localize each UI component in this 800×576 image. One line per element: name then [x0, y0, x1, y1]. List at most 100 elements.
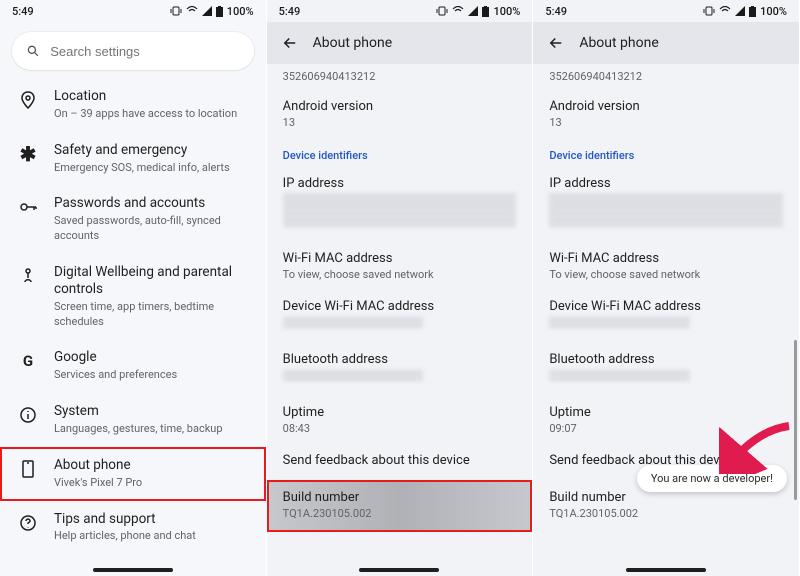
vibrate-icon [703, 6, 715, 16]
vibrate-icon [436, 6, 448, 16]
search-input[interactable] [50, 44, 239, 59]
location-icon [18, 90, 38, 110]
entry-value: 13 [549, 116, 783, 129]
status-icons: 100% [436, 5, 520, 18]
scroll-residue: 352606940413212 [549, 68, 783, 91]
wifi-mac-row[interactable]: Wi-Fi MAC address To view, choose saved … [283, 243, 517, 291]
row-title: Safety and emergency [54, 142, 248, 159]
vibrate-icon [170, 6, 182, 16]
redacted-value [549, 193, 783, 227]
about-content[interactable]: 352606940413212 Android version 13 Devic… [533, 64, 799, 532]
wifi-icon [452, 6, 464, 16]
back-icon[interactable] [281, 34, 299, 52]
send-feedback-row[interactable]: Send feedback about this device [283, 445, 517, 478]
row-title: About phone [54, 457, 248, 474]
battery-percent: 100% [227, 5, 254, 18]
entry-title: Wi-Fi MAC address [283, 251, 517, 266]
bluetooth-address-row[interactable]: Bluetooth address [283, 344, 517, 397]
ip-address-row[interactable]: IP address [549, 168, 783, 243]
row-title: Digital Wellbeing and parental controls [54, 264, 248, 298]
help-icon [18, 513, 38, 533]
redacted-value [283, 369, 423, 381]
entry-title: IP address [283, 176, 517, 191]
ip-address-row[interactable]: IP address [283, 168, 517, 243]
cell-signal-icon [735, 6, 745, 16]
build-number-row[interactable]: Build number TQ1A.230105.002 [267, 480, 533, 532]
status-bar: 5:49 100% [267, 0, 533, 22]
gesture-nav-bar[interactable] [93, 568, 173, 572]
entry-title: Uptime [283, 405, 517, 420]
settings-root-panel: 5:49 100% LocationOn – 39 apps have acce… [0, 0, 267, 576]
cell-signal-icon [468, 6, 478, 16]
battery-icon [482, 6, 489, 17]
uptime-row[interactable]: Uptime 09:07 [549, 397, 783, 445]
row-title: Google [54, 349, 248, 366]
about-content[interactable]: 352606940413212 Android version 13 Devic… [267, 64, 533, 532]
entry-title: Bluetooth address [283, 352, 517, 367]
settings-item-about-phone[interactable]: About phoneVivek's Pixel 7 Pro [0, 447, 266, 501]
back-icon[interactable] [547, 34, 565, 52]
android-version-row[interactable]: Android version 13 [283, 91, 517, 139]
wellbeing-icon [18, 266, 38, 286]
entry-value: To view, choose saved network [549, 268, 783, 281]
page-title: About phone [579, 35, 658, 51]
gesture-nav-bar[interactable] [626, 568, 706, 572]
row-title: System [54, 403, 248, 420]
battery-percent: 100% [760, 5, 787, 18]
status-time: 5:49 [279, 5, 301, 18]
wifi-icon [719, 6, 731, 16]
developer-toast: You are now a developer! [637, 465, 787, 492]
redacted-value [549, 316, 689, 328]
bluetooth-address-row[interactable]: Bluetooth address [549, 344, 783, 397]
cell-signal-icon [202, 6, 212, 16]
status-time: 5:49 [545, 5, 567, 18]
search-icon [26, 43, 40, 59]
row-title: Passwords and accounts [54, 195, 248, 212]
phone-device-icon [18, 459, 38, 479]
settings-item-wellbeing[interactable]: Digital Wellbeing and parental controlsS… [0, 254, 266, 339]
google-icon: G [18, 351, 38, 371]
uptime-row[interactable]: Uptime 08:43 [283, 397, 517, 445]
entry-title: IP address [549, 176, 783, 191]
redacted-value [283, 193, 517, 227]
gesture-nav-bar[interactable] [359, 568, 439, 572]
entry-title: Build number [283, 490, 517, 505]
settings-item-system[interactable]: SystemLanguages, gestures, time, backup [0, 393, 266, 447]
redacted-value [549, 369, 689, 381]
entry-value: 08:43 [283, 422, 517, 435]
settings-item-google[interactable]: G GoogleServices and preferences [0, 339, 266, 393]
scrollbar[interactable] [794, 340, 797, 500]
settings-list: LocationOn – 39 apps have access to loca… [0, 74, 266, 554]
row-title: Tips and support [54, 511, 248, 528]
entry-title: Wi-Fi MAC address [549, 251, 783, 266]
settings-item-safety[interactable]: ✱ Safety and emergency Emergency SOS, med… [0, 132, 266, 186]
entry-title: Send feedback about this device [283, 453, 517, 468]
row-sub: Screen time, app timers, bedtime schedul… [54, 300, 248, 330]
row-sub: Emergency SOS, medical info, alerts [54, 161, 248, 176]
status-bar: 5:49 100% [0, 0, 266, 22]
device-wifi-mac-row[interactable]: Device Wi-Fi MAC address [283, 291, 517, 344]
entry-value: 09:07 [549, 422, 783, 435]
settings-item-passwords[interactable]: Passwords and accountsSaved passwords, a… [0, 185, 266, 254]
android-version-row[interactable]: Android version 13 [549, 91, 783, 139]
entry-value: To view, choose saved network [283, 268, 517, 281]
entry-value: 13 [283, 116, 517, 129]
about-phone-panel-build-highlight: 5:49 100% About phone 352606940413212 An… [267, 0, 534, 576]
device-wifi-mac-row[interactable]: Device Wi-Fi MAC address [549, 291, 783, 344]
page-header: About phone [267, 22, 533, 64]
battery-icon [216, 6, 223, 17]
settings-item-location[interactable]: LocationOn – 39 apps have access to loca… [0, 78, 266, 132]
entry-title: Uptime [549, 405, 783, 420]
scroll-residue: 352606940413212 [283, 68, 517, 91]
entry-value: TQ1A.230105.002 [283, 507, 517, 520]
entry-title: Bluetooth address [549, 352, 783, 367]
info-icon [18, 405, 38, 425]
page-header: About phone [533, 22, 799, 64]
wifi-mac-row[interactable]: Wi-Fi MAC address To view, choose saved … [549, 243, 783, 291]
status-time: 5:49 [12, 5, 34, 18]
row-title: Location [54, 88, 248, 105]
asterisk-icon: ✱ [18, 144, 38, 164]
status-icons: 100% [170, 5, 254, 18]
search-settings[interactable] [12, 32, 254, 70]
settings-item-tips[interactable]: Tips and supportHelp articles, phone and… [0, 501, 266, 555]
